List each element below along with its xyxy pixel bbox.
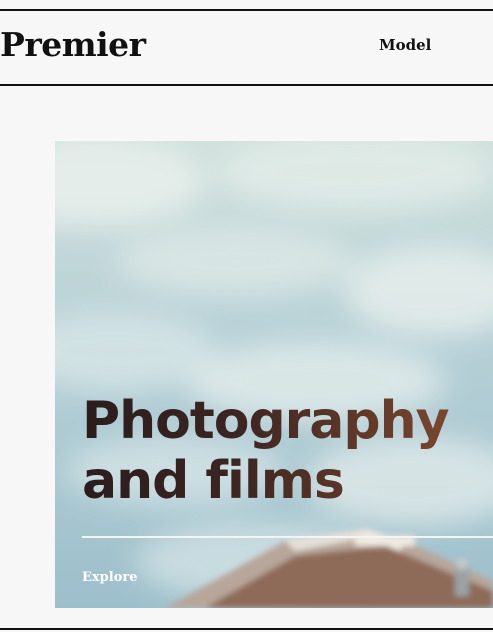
site-header: Premier Model bbox=[0, 11, 493, 86]
nav-link-model[interactable]: Model bbox=[379, 38, 431, 53]
hero-banner: Photography and films Explore bbox=[55, 141, 493, 608]
hero-title-line-2: and films bbox=[82, 451, 344, 511]
hero-divider bbox=[82, 536, 493, 538]
bottom-divider bbox=[0, 628, 493, 630]
hero-title-line-1: Photography bbox=[82, 391, 449, 451]
hero-title: Photography and films bbox=[82, 391, 449, 511]
brand-logo[interactable]: Premier bbox=[0, 28, 146, 61]
explore-link[interactable]: Explore bbox=[82, 571, 137, 584]
